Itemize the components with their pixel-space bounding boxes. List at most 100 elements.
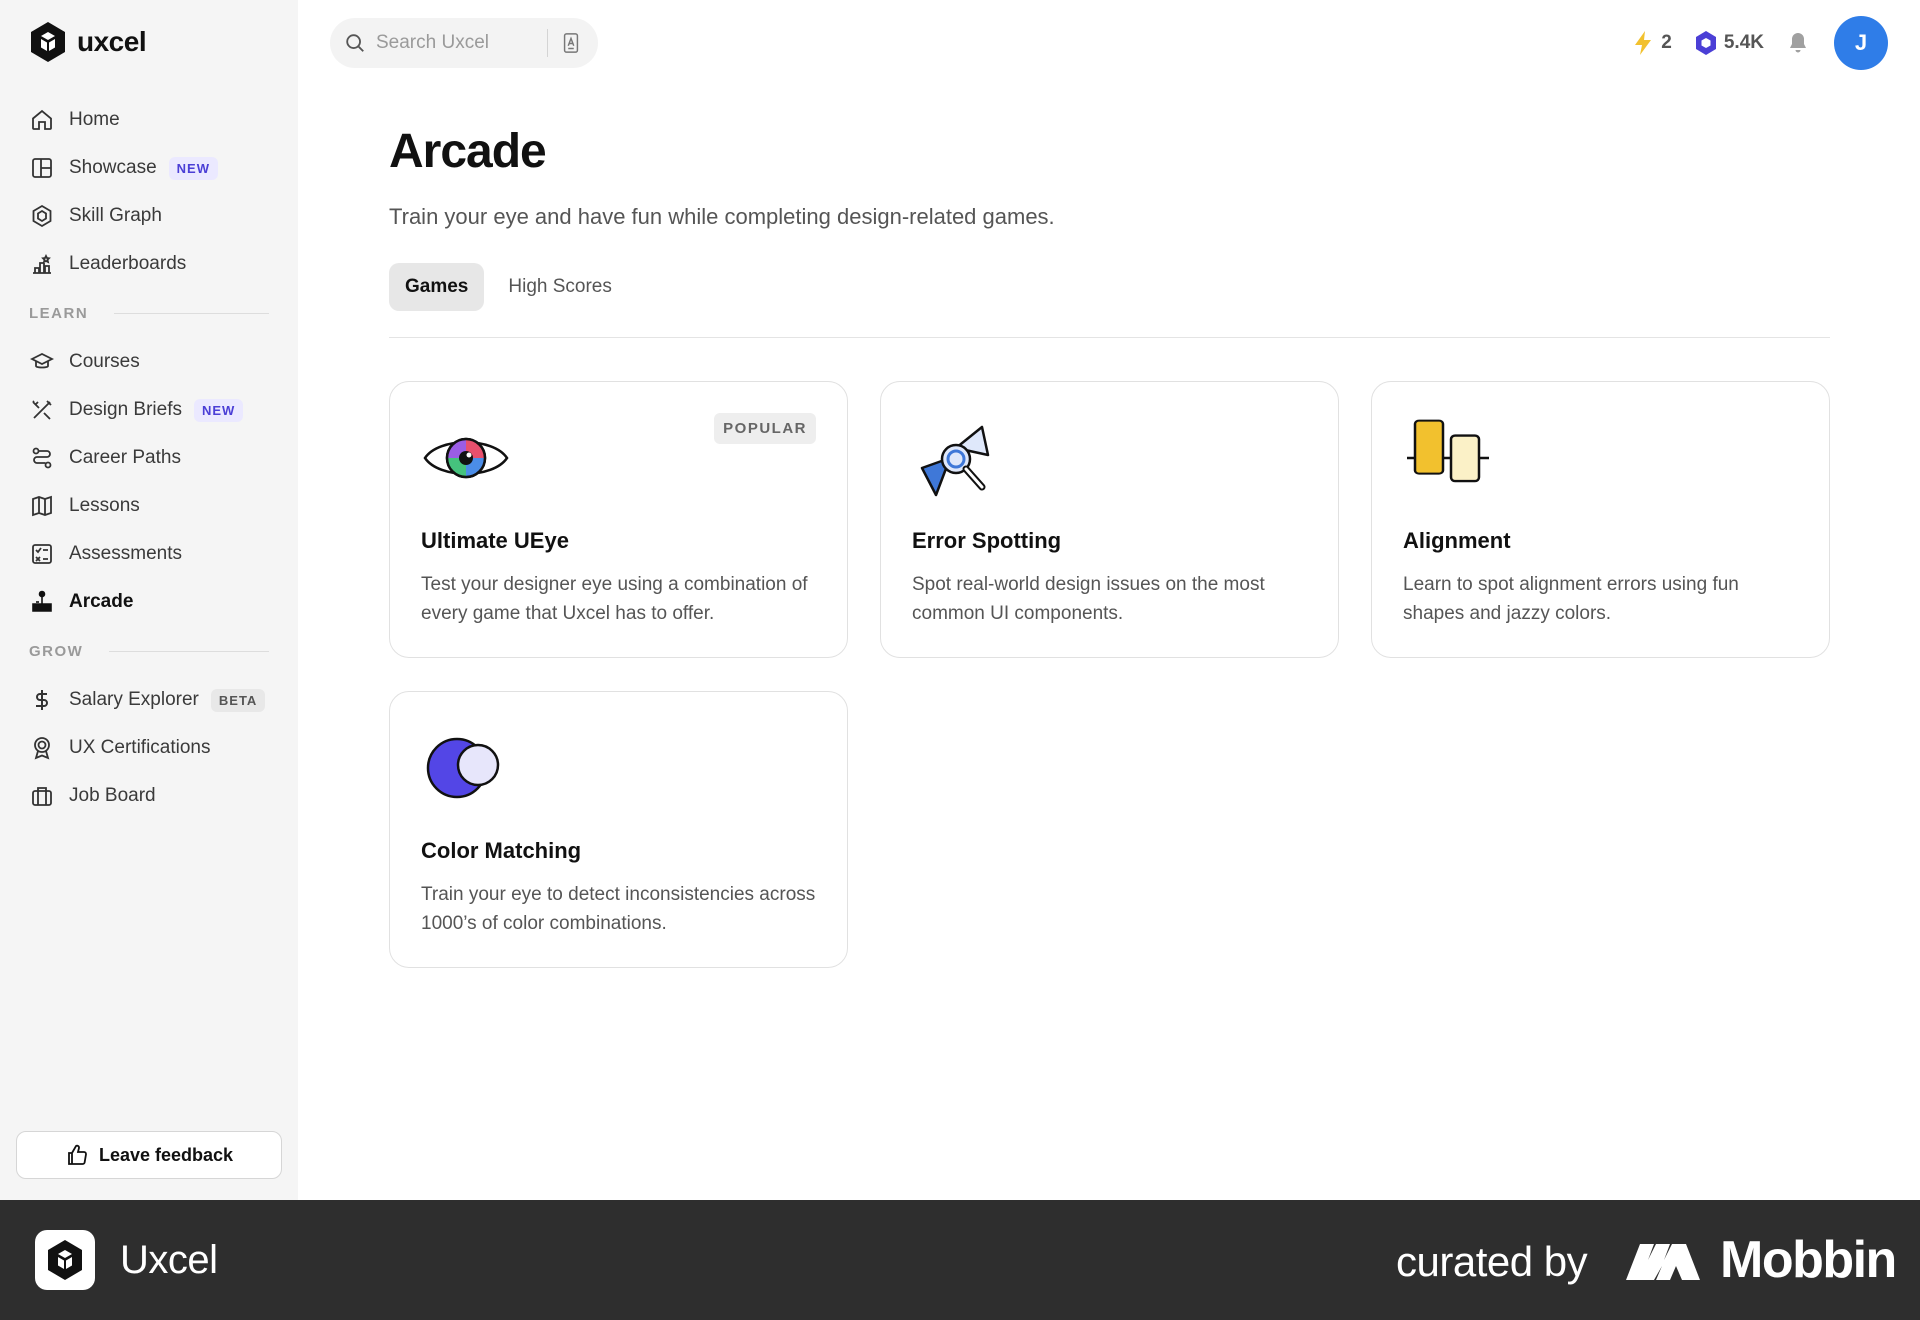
tabs-divider — [389, 337, 1830, 338]
xp-counter[interactable]: 5.4K — [1694, 30, 1764, 56]
sidebar-item-skill-graph[interactable]: Skill Graph — [0, 192, 298, 240]
game-description: Learn to spot alignment errors using fun… — [1403, 574, 1739, 624]
leave-feedback-button[interactable]: Leave feedback — [16, 1131, 282, 1179]
color-circles-icon — [426, 737, 500, 799]
game-card-color-matching[interactable]: Color Matching Train your eye to detect … — [389, 691, 848, 968]
game-description: Spot real-world design issues on the mos… — [912, 574, 1265, 624]
sidebar-item-label: UX Certifications — [69, 737, 211, 758]
curated-by-label: curated by — [1396, 1238, 1588, 1285]
sidebar-item-label: Assessments — [69, 543, 182, 564]
sidebar-item-label: Courses — [69, 351, 140, 372]
section-label-grow: GROW — [0, 626, 298, 676]
thumbs-up-icon — [68, 1144, 87, 1165]
sidebar-nav: Home Showcase NEW Skill Graph Leaderboar… — [0, 96, 298, 820]
sidebar-item-label: Skill Graph — [69, 205, 162, 226]
streak-value: 2 — [1661, 32, 1672, 53]
new-badge: NEW — [194, 398, 244, 422]
courses-icon — [29, 349, 55, 375]
popular-tag: POPULAR — [714, 413, 816, 444]
sidebar-item-label: Career Paths — [69, 447, 181, 468]
tab-games[interactable]: Games — [389, 263, 485, 311]
sidebar-item-ux-certifications[interactable]: UX Certifications — [0, 724, 298, 772]
eye-icon — [423, 437, 509, 479]
sidebar-item-label: Showcase — [69, 157, 157, 178]
lightning-icon — [1635, 31, 1652, 55]
lessons-icon — [29, 493, 55, 519]
page-title: Arcade — [389, 125, 547, 178]
section-title: GROW — [29, 642, 84, 660]
sidebar-item-label: Leaderboards — [69, 253, 187, 274]
game-title: Alignment — [1403, 528, 1511, 553]
sidebar-item-label: Job Board — [69, 785, 156, 806]
briefcase-icon — [29, 783, 55, 809]
sidebar-item-arcade[interactable]: Arcade — [0, 578, 298, 626]
feedback-label: Leave feedback — [98, 1144, 234, 1165]
mobbin-wordmark: Mobbin — [1720, 1231, 1897, 1289]
certification-icon — [29, 735, 55, 761]
search-divider — [547, 29, 548, 57]
mobbin-mark-icon — [1626, 1244, 1700, 1280]
search-icon — [346, 34, 364, 52]
topbar-actions: 2 5.4K J — [1631, 16, 1888, 70]
design-briefs-icon — [29, 397, 55, 423]
avatar-initial: J — [1854, 30, 1868, 55]
alignment-icon — [1407, 419, 1489, 483]
game-description: Test your designer eye using a combinati… — [421, 574, 808, 624]
sidebar-item-job-board[interactable]: Job Board — [0, 772, 298, 820]
brand-logo[interactable]: uxcel — [29, 21, 147, 63]
footer-logo — [35, 1230, 95, 1290]
assessments-icon — [29, 541, 55, 567]
game-description: Train your eye to detect inconsistencies… — [421, 884, 816, 934]
sidebar: uxcel Home Showcase NEW Skill Graph Lead… — [0, 0, 298, 1200]
sidebar-item-salary-explorer[interactable]: Salary Explorer BETA — [0, 676, 298, 724]
tab-high-scores[interactable]: High Scores — [492, 263, 628, 311]
new-badge: NEW — [168, 156, 219, 180]
sidebar-item-showcase[interactable]: Showcase NEW — [0, 144, 298, 192]
sidebar-item-home[interactable]: Home — [0, 96, 298, 144]
mobbin-logo: Mobbin — [1626, 1230, 1897, 1290]
sidebar-item-label: Lessons — [69, 495, 140, 516]
sidebar-item-label: Design Briefs — [69, 399, 182, 420]
section-label-learn: LEARN — [0, 288, 298, 338]
notifications-bell-icon[interactable] — [1786, 31, 1810, 55]
sidebar-item-lessons[interactable]: Lessons — [0, 482, 298, 530]
uxcel-logo-icon — [31, 22, 65, 62]
sidebar-item-design-briefs[interactable]: Design Briefs NEW — [0, 386, 298, 434]
section-divider — [114, 312, 269, 314]
game-title: Color Matching — [421, 838, 582, 863]
game-title: Error Spotting — [912, 528, 1062, 553]
arcade-icon — [29, 589, 55, 615]
showcase-icon — [29, 155, 55, 181]
uxcel-logo-icon — [48, 1240, 82, 1280]
sidebar-item-leaderboards[interactable]: Leaderboards — [0, 240, 298, 288]
keyboard-shortcut-icon[interactable] — [560, 32, 582, 54]
game-card-alignment[interactable]: Alignment Learn to spot alignment errors… — [1371, 381, 1830, 658]
sidebar-item-assessments[interactable]: Assessments — [0, 530, 298, 578]
arcade-tabs: Games High Scores — [389, 263, 628, 311]
career-paths-icon — [29, 445, 55, 471]
section-divider — [109, 650, 269, 652]
search-bar[interactable] — [330, 18, 598, 68]
game-title: Ultimate UEye — [421, 528, 569, 553]
user-avatar[interactable]: J — [1834, 16, 1888, 70]
section-title: LEARN — [29, 304, 89, 322]
sidebar-item-courses[interactable]: Courses — [0, 338, 298, 386]
beta-badge: BETA — [210, 688, 266, 712]
footer-banner: Uxcel curated by Mobbin — [0, 1200, 1920, 1320]
sidebar-item-label: Salary Explorer — [69, 689, 199, 710]
dollar-icon — [29, 687, 55, 713]
game-card-error-spotting[interactable]: Error Spotting Spot real-world design is… — [880, 381, 1339, 658]
search-input[interactable] — [376, 32, 541, 54]
sidebar-item-label: Home — [69, 109, 120, 130]
xp-hexagon-icon — [1695, 31, 1716, 55]
leaderboards-icon — [29, 251, 55, 277]
brand-name: uxcel — [77, 26, 147, 57]
streak-counter[interactable]: 2 — [1631, 30, 1672, 56]
xp-value: 5.4K — [1723, 32, 1764, 53]
home-icon — [29, 107, 55, 133]
sidebar-item-career-paths[interactable]: Career Paths — [0, 434, 298, 482]
skill-graph-icon — [29, 203, 55, 229]
footer-brand-name: Uxcel — [120, 1238, 218, 1282]
sidebar-item-label: Arcade — [69, 591, 134, 612]
game-card-ultimate-ueye[interactable]: POPULAR Ultimate UEye Test your designer… — [389, 381, 848, 658]
